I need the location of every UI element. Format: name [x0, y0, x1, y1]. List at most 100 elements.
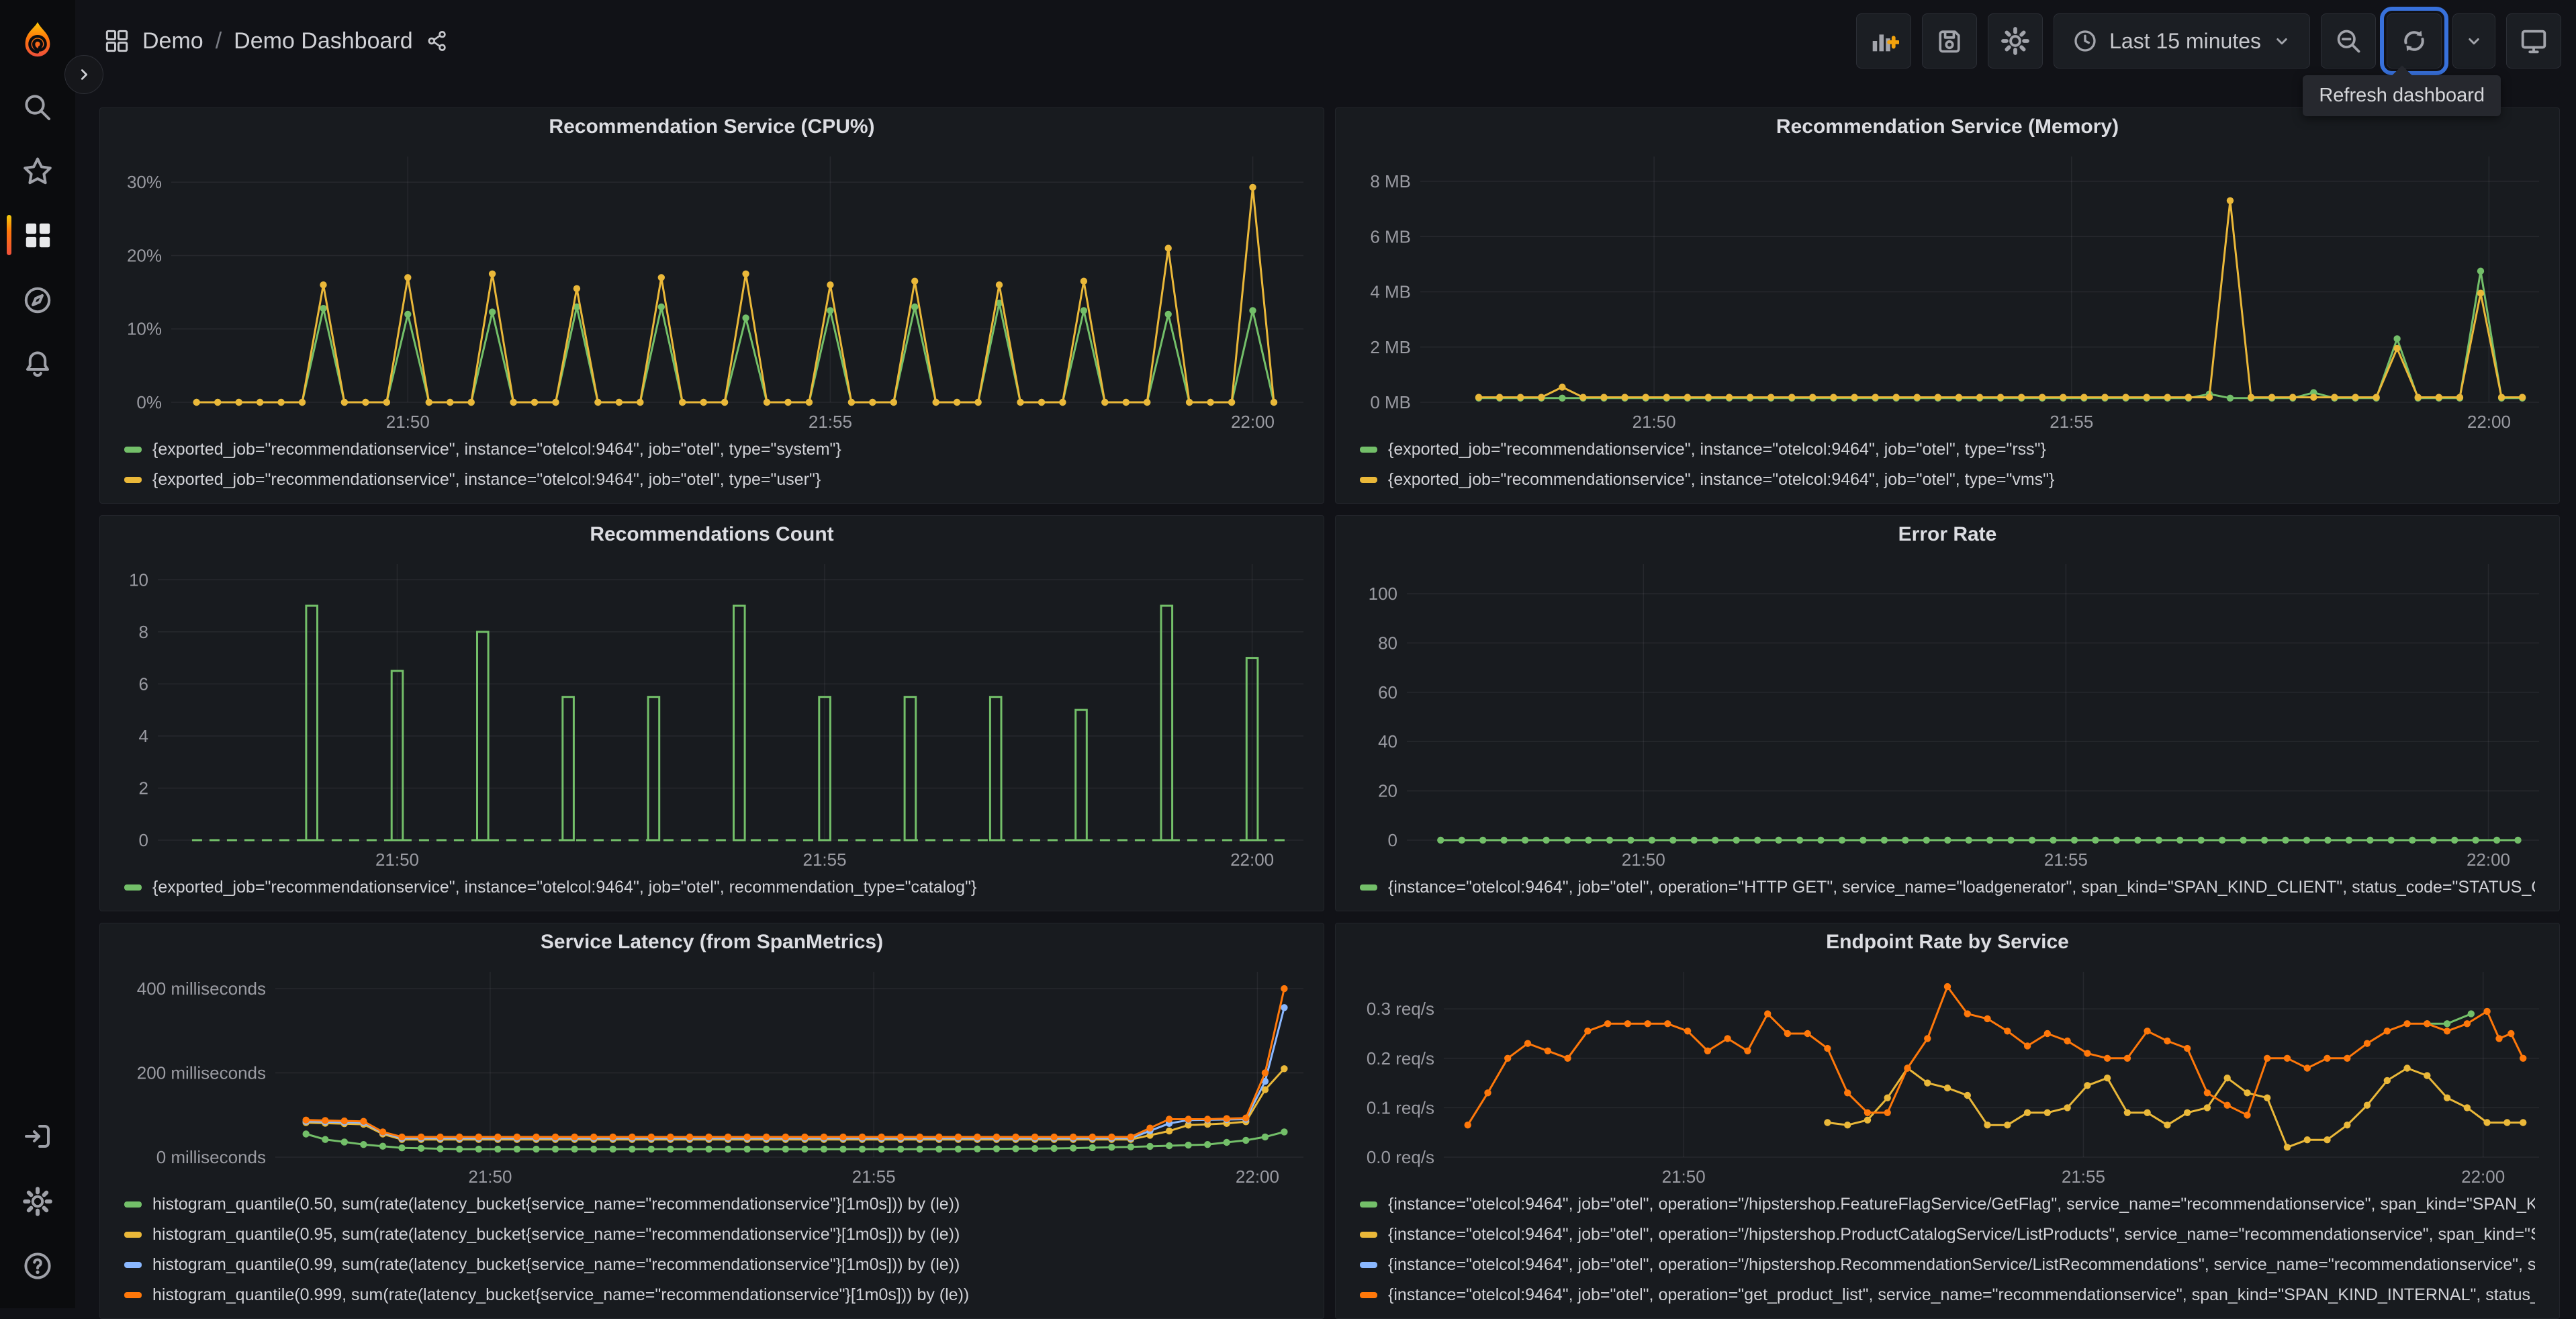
legend-item[interactable]: {instance="otelcol:9464", job="otel", op…	[1360, 1280, 2535, 1310]
svg-text:21:55: 21:55	[852, 1167, 896, 1187]
svg-text:20: 20	[1378, 781, 1397, 801]
sidebar-item-favorites[interactable]	[0, 147, 75, 195]
legend-item[interactable]: histogram_quantile(0.50, sum(rate(latenc…	[124, 1189, 1299, 1220]
svg-text:200 milliseconds: 200 milliseconds	[137, 1063, 266, 1083]
chevron-down-icon	[2276, 38, 2287, 45]
tooltip-text: Refresh dashboard	[2319, 85, 2485, 106]
sidebar-item-dashboards[interactable]	[0, 211, 75, 259]
kiosk-mode-button[interactable]	[2506, 13, 2561, 69]
breadcrumb-page[interactable]: Demo Dashboard	[234, 28, 412, 54]
help-icon	[24, 1253, 51, 1279]
dashboard-panel: Endpoint Rate by Service 21:50 21:55 22:00…	[1335, 923, 2560, 1319]
svg-text:21:50: 21:50	[375, 850, 419, 870]
panel-chart: 21:50 21:55 22:00 0 2 4 6 8 10	[129, 564, 1303, 870]
panel-legend: {exported_job="recommendationservice", i…	[100, 872, 1324, 908]
svg-text:21:50: 21:50	[1632, 412, 1676, 432]
legend-label: {instance="otelcol:9464", job="otel", op…	[1388, 1195, 2535, 1214]
legend-item[interactable]: {exported_job="recommendationservice", i…	[1360, 465, 2535, 495]
panel-title[interactable]: Recommendations Count	[100, 516, 1324, 553]
monitor-icon	[2521, 30, 2546, 54]
svg-text:4: 4	[139, 726, 148, 746]
dashboard-panel: Error Rate 21:50 21:55 22:00 0 20 40 60 80 100 {…	[1335, 515, 2560, 911]
svg-text:21:50: 21:50	[468, 1167, 512, 1187]
panel-title[interactable]: Endpoint Rate by Service	[1336, 923, 2559, 961]
legend-label: histogram_quantile(0.95, sum(rate(latenc…	[152, 1225, 960, 1244]
legend-swatch	[1360, 1201, 1377, 1208]
svg-text:60: 60	[1378, 682, 1397, 702]
legend-item[interactable]: {exported_job="recommendationservice", i…	[1360, 435, 2535, 465]
refresh-interval-dropdown[interactable]	[2452, 13, 2495, 69]
sidebar-item-alerting[interactable]	[0, 340, 75, 389]
svg-text:0 milliseconds: 0 milliseconds	[156, 1147, 266, 1167]
panel-legend: {exported_job="recommendationservice", i…	[100, 435, 1324, 500]
legend-item[interactable]: histogram_quantile(0.99, sum(rate(latenc…	[124, 1250, 1299, 1280]
sidebar-item-explore[interactable]	[0, 276, 75, 324]
legend-item[interactable]: {exported_job="recommendationservice", i…	[124, 872, 1299, 903]
legend-item[interactable]: {instance="otelcol:9464", job="otel", op…	[1360, 1250, 2535, 1280]
sidebar-item-help[interactable]	[0, 1242, 75, 1290]
add-panel-button[interactable]	[1856, 13, 1912, 69]
legend-item[interactable]: {instance="otelcol:9464", job="otel", op…	[1360, 1189, 2535, 1220]
legend-item[interactable]: {instance="otelcol:9464", job="otel", op…	[1360, 872, 2535, 903]
panel-chart: 21:50 21:55 22:00 0 20 40 60 80 100	[1369, 564, 2539, 870]
expand-sidebar-button[interactable]	[64, 55, 103, 94]
svg-text:0%: 0%	[136, 392, 162, 412]
dashboard-toolbar: Last 15 minutes	[1856, 7, 2561, 75]
panel-legend: {exported_job="recommendationservice", i…	[1336, 435, 2559, 500]
gear-icon	[23, 1187, 52, 1216]
svg-text:10%: 10%	[127, 319, 162, 339]
grafana-logo[interactable]	[0, 16, 75, 64]
legend-item[interactable]: {exported_job="recommendationservice", i…	[124, 465, 1299, 495]
refresh-icon	[2404, 30, 2424, 52]
panel-title[interactable]: Error Rate	[1336, 516, 2559, 553]
legend-label: {exported_job="recommendationservice", i…	[152, 878, 977, 897]
svg-text:21:50: 21:50	[1662, 1167, 1706, 1187]
svg-text:4 MB: 4 MB	[1370, 282, 1411, 302]
zoom-out-button[interactable]	[2321, 13, 2376, 69]
legend-swatch	[1360, 884, 1377, 891]
dashboard-settings-button[interactable]	[1988, 13, 2043, 69]
refresh-dashboard-button[interactable]	[2380, 7, 2448, 75]
dashboard-panel: Recommendations Count 21:50 21:55 22:00 0 2 4…	[99, 515, 1324, 911]
legend-label: histogram_quantile(0.99, sum(rate(latenc…	[152, 1255, 960, 1274]
svg-text:21:55: 21:55	[2050, 412, 2093, 432]
sidebar-item-settings[interactable]	[0, 1177, 75, 1226]
save-dashboard-button[interactable]	[1922, 13, 1978, 69]
breadcrumb-section[interactable]: Demo	[142, 28, 203, 54]
time-range-picker[interactable]: Last 15 minutes	[2054, 13, 2310, 69]
bell-icon	[26, 351, 49, 377]
panel-chart: 21:50 21:55 22:00 0 milliseconds 200 millise…	[137, 972, 1303, 1187]
legend-item[interactable]: histogram_quantile(0.95, sum(rate(latenc…	[124, 1220, 1299, 1250]
sign-in-icon	[25, 1125, 50, 1148]
legend-item[interactable]: {exported_job="recommendationservice", i…	[124, 435, 1299, 465]
panel-legend: histogram_quantile(0.50, sum(rate(latenc…	[100, 1189, 1324, 1316]
svg-text:400 milliseconds: 400 milliseconds	[137, 979, 266, 999]
legend-label: {instance="otelcol:9464", job="otel", op…	[1388, 878, 2535, 897]
sidebar-item-sign-in[interactable]	[0, 1112, 75, 1161]
dashboard-panel: Recommendation Service (Memory) 21:50 21:…	[1335, 107, 2560, 504]
panel-title[interactable]: Service Latency (from SpanMetrics)	[100, 923, 1324, 961]
share-icon[interactable]	[425, 29, 449, 53]
legend-label: {instance="otelcol:9464", job="otel", op…	[1388, 1255, 2535, 1274]
legend-swatch	[1360, 477, 1377, 483]
legend-swatch	[124, 447, 142, 453]
legend-swatch	[124, 1292, 142, 1298]
legend-swatch	[124, 1262, 142, 1268]
legend-label: {instance="otelcol:9464", job="otel", op…	[1388, 1225, 2535, 1244]
svg-text:40: 40	[1378, 731, 1397, 752]
legend-item[interactable]: {instance="otelcol:9464", job="otel", op…	[1360, 1220, 2535, 1250]
sidebar-item-search[interactable]	[0, 83, 75, 132]
grafana-flame-icon	[25, 21, 50, 57]
svg-text:100: 100	[1369, 584, 1397, 604]
legend-swatch	[1360, 1232, 1377, 1238]
svg-text:6: 6	[139, 674, 148, 694]
legend-item[interactable]: histogram_quantile(0.999, sum(rate(laten…	[124, 1280, 1299, 1310]
panel-legend: {instance="otelcol:9464", job="otel", op…	[1336, 872, 2559, 908]
svg-text:8 MB: 8 MB	[1370, 171, 1411, 191]
panel-legend: {instance="otelcol:9464", job="otel", op…	[1336, 1189, 2559, 1316]
svg-text:22:00: 22:00	[1230, 850, 1274, 870]
panel-title[interactable]: Recommendation Service (CPU%)	[100, 108, 1324, 146]
tooltip: Refresh dashboard	[2303, 65, 2501, 116]
svg-text:0: 0	[1388, 830, 1397, 850]
breadcrumb: Demo / Demo Dashboard	[103, 28, 449, 54]
